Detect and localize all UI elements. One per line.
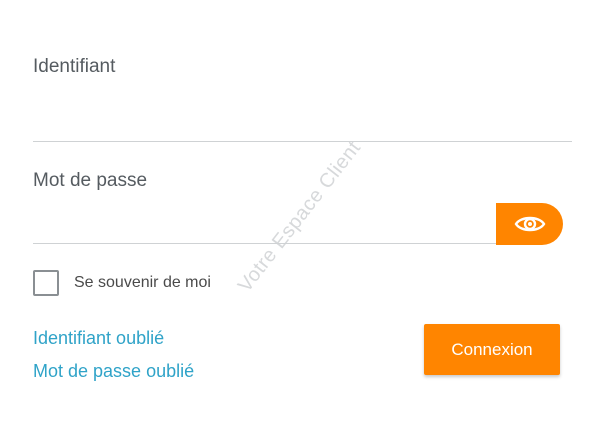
password-label: Mot de passe [33,170,148,191]
username-input[interactable] [33,106,572,142]
remember-me[interactable]: Se souvenir de moi [33,270,211,296]
remember-checkbox[interactable] [33,270,59,296]
eye-icon [514,214,546,234]
login-button[interactable]: Connexion [424,324,560,375]
show-password-button[interactable] [496,203,563,245]
password-input[interactable] [33,208,498,244]
remember-label: Se souvenir de moi [74,274,211,291]
forgot-password-link[interactable]: Mot de passe oublié [33,361,194,382]
username-label: Identifiant [33,56,116,77]
login-form: Votre Espace Client Identifiant Mot de p… [0,0,600,437]
forgot-username-link[interactable]: Identifiant oublié [33,328,164,349]
